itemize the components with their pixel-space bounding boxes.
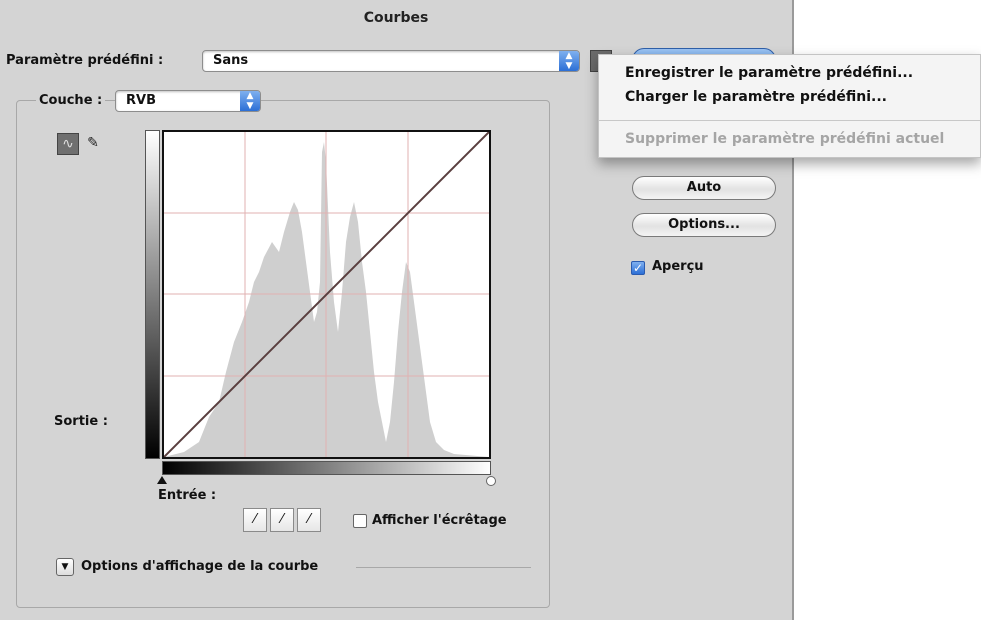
select-arrows-icon: ▲ ▼ [559,51,579,71]
pencil-icon[interactable]: ✎ [82,133,104,155]
black-eyedropper-icon[interactable]: ⁄ [243,508,267,532]
input-label: Entrée : [158,488,217,503]
preset-value: Sans [213,53,249,68]
preview-label: Aperçu [652,259,704,274]
menu-separator [599,120,980,121]
preset-options-menu: Enregistrer le paramètre prédéfini... Ch… [598,54,981,158]
select-arrows-icon: ▲ ▼ [240,91,260,111]
menu-item-save-preset[interactable]: Enregistrer le paramètre prédéfini... [625,65,913,81]
curve-point-icon[interactable]: ∿ [57,133,79,155]
section-divider [356,567,531,568]
white-point-slider[interactable] [486,476,496,486]
clipping-label: Afficher l'écrêtage [372,513,507,528]
options-button[interactable]: Options... [632,213,776,237]
preset-select[interactable]: Sans ▲ ▼ [202,50,580,72]
channel-value: RVB [126,93,156,108]
output-gradient-bar [145,130,160,459]
channel-select[interactable]: RVB ▲ ▼ [115,90,261,112]
menu-item-load-preset[interactable]: Charger le paramètre prédéfini... [625,89,887,105]
curve-display-options-label: Options d'affichage de la courbe [81,559,319,574]
preview-checkbox[interactable]: ✓ [631,261,645,275]
white-eyedropper-icon[interactable]: ⁄ [297,508,321,532]
black-point-slider[interactable] [157,476,167,484]
clipping-checkbox[interactable] [353,514,367,528]
curve-graph-svg [164,132,489,457]
input-gradient-bar [162,461,491,475]
channel-label: Couche : [36,93,106,108]
gray-eyedropper-icon[interactable]: ⁄ [270,508,294,532]
auto-button[interactable]: Auto [632,176,776,200]
output-label: Sortie : [54,414,108,429]
dialog-title: Courbes [363,10,429,26]
disclosure-triangle-icon[interactable]: ▼ [56,558,74,576]
preset-label: Paramètre prédéfini : [6,53,164,68]
menu-item-delete-preset: Supprimer le paramètre prédéfini actuel [625,131,945,147]
curve-graph[interactable] [162,130,491,459]
